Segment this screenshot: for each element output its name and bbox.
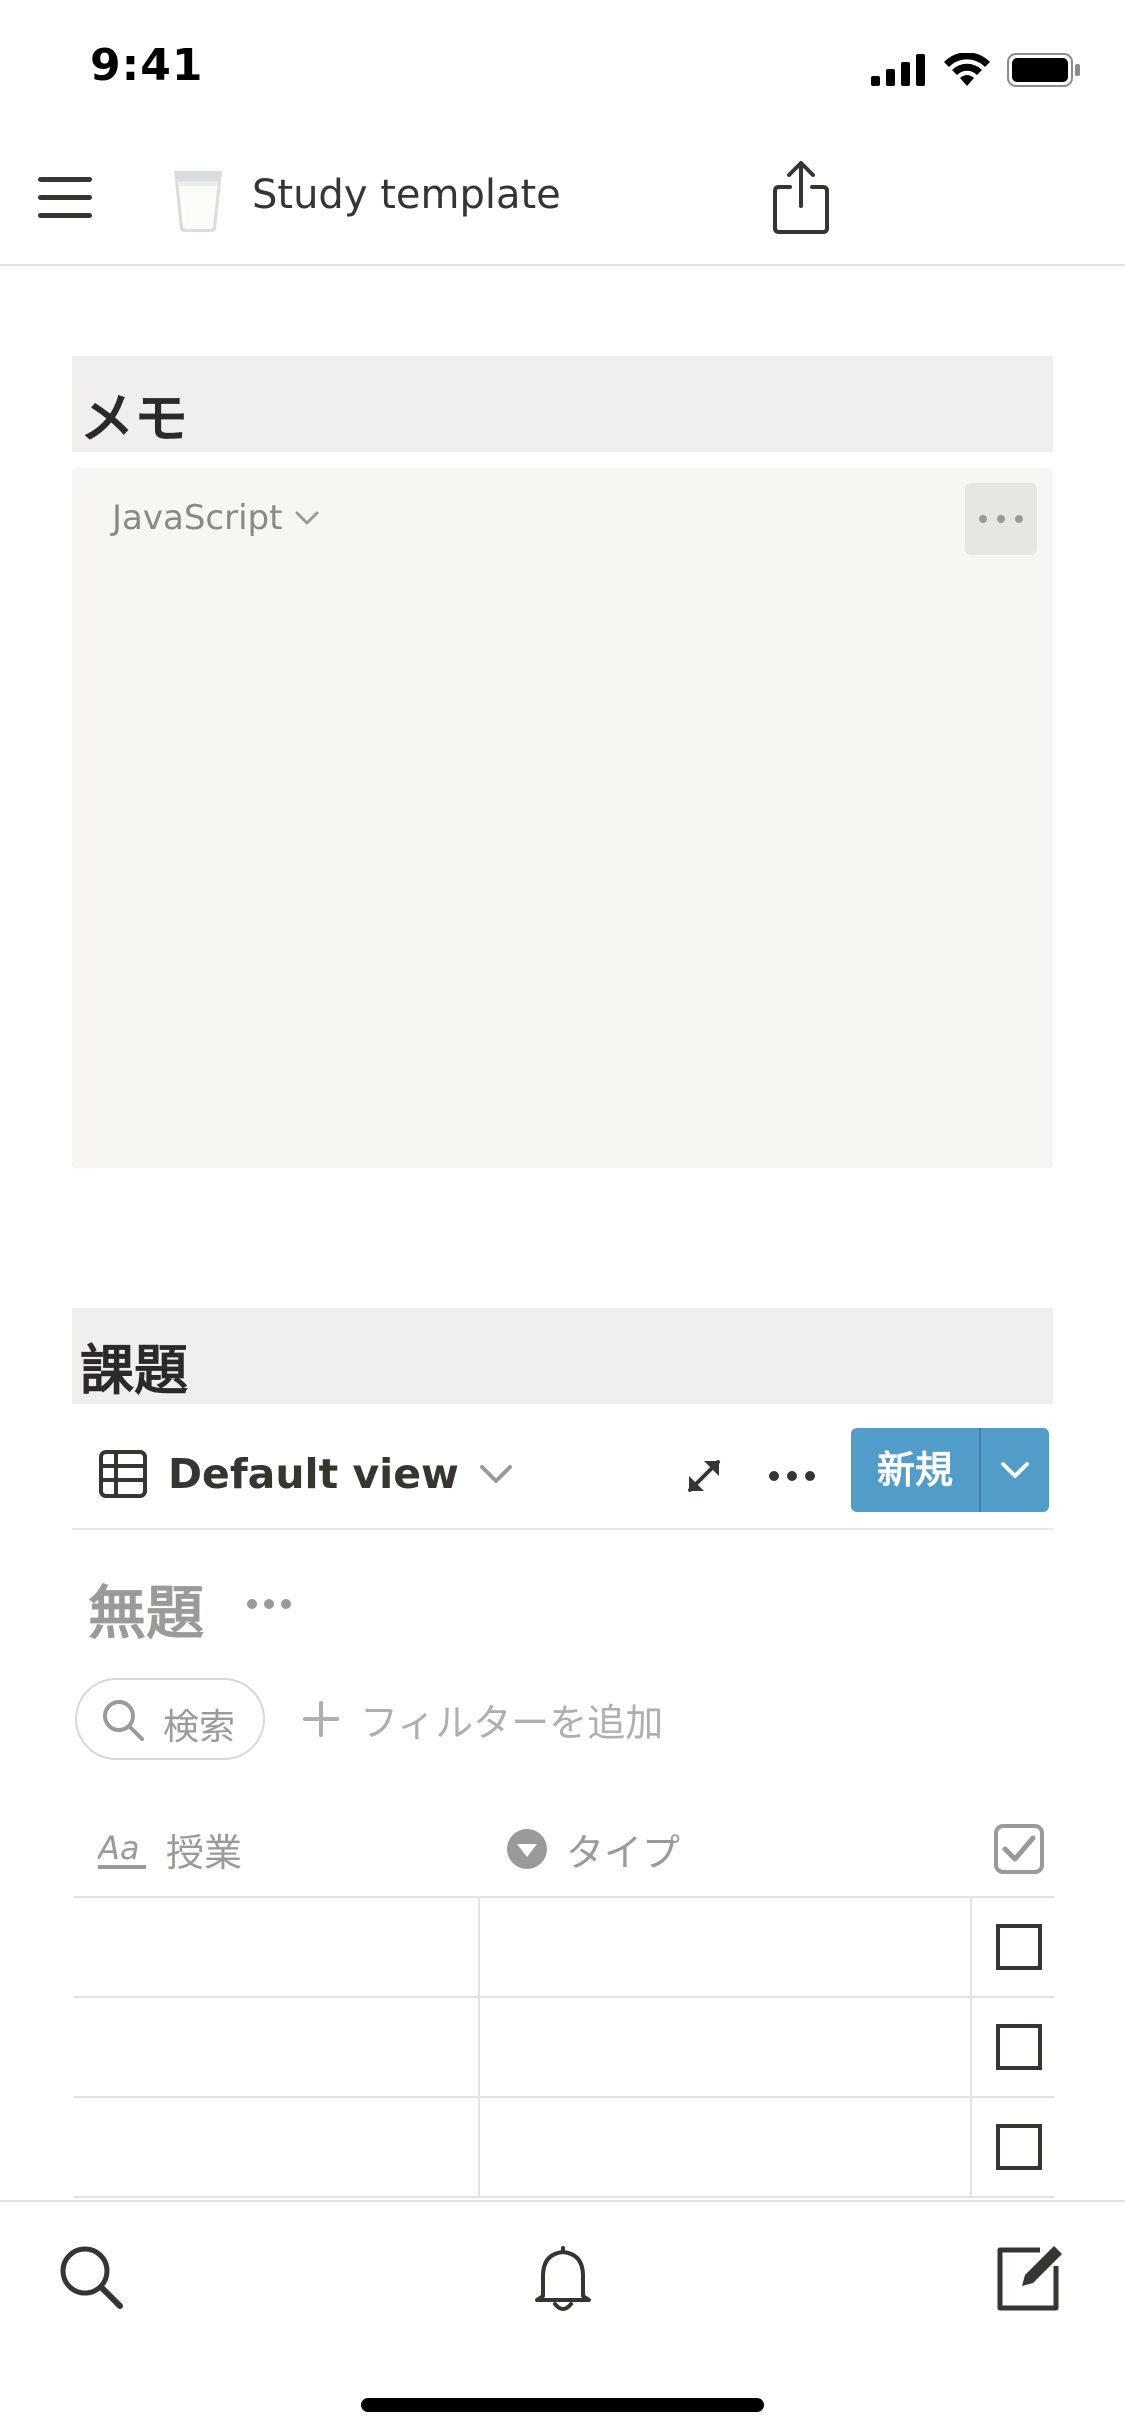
checkbox-property-icon: [994, 1824, 1044, 1874]
share-icon: [773, 161, 829, 234]
search-label: 検索: [163, 1707, 236, 1748]
search-icon[interactable]: [56, 2242, 128, 2314]
add-filter-button[interactable]: フィルターを追加: [302, 1694, 664, 1745]
table-row[interactable]: [74, 1998, 1054, 2098]
database-toolbar: Default view 新規: [72, 1404, 1053, 1530]
search-icon: [103, 1700, 144, 1741]
column-divider: [970, 1898, 972, 1996]
column-divider: [478, 1898, 480, 1996]
table-row[interactable]: [74, 1898, 1054, 1998]
plus-icon: [303, 1701, 339, 1737]
share-button[interactable]: [770, 160, 832, 236]
chevron-down-icon: [1001, 1462, 1029, 1478]
add-filter-label: フィルターを追加: [360, 1700, 664, 1745]
done-checkbox[interactable]: [996, 2124, 1042, 2170]
database-search-button[interactable]: 検索: [75, 1678, 265, 1760]
battery-icon: [1007, 53, 1080, 87]
status-icons: [871, 50, 1081, 90]
done-checkbox[interactable]: [996, 1924, 1042, 1970]
column-divider: [478, 2098, 480, 2196]
bell-icon[interactable]: [527, 2242, 599, 2314]
column-divider: [970, 1998, 972, 2096]
database-more-button[interactable]: [762, 1456, 822, 1496]
status-time: 9:41: [90, 40, 204, 91]
new-record-button[interactable]: 新規: [851, 1428, 1049, 1512]
new-template-dropdown[interactable]: [981, 1428, 1049, 1512]
hamburger-menu-icon: [38, 177, 92, 218]
new-record-label: 新規: [876, 1448, 953, 1492]
task-heading-text: 課題: [80, 1339, 188, 1402]
ellipsis-icon: [979, 515, 1023, 523]
menu-button[interactable]: [36, 172, 94, 224]
column-header-label: 授業: [166, 1830, 243, 1875]
code-language-label: JavaScript: [112, 498, 283, 538]
expand-arrows-icon: [688, 1460, 720, 1492]
page-title[interactable]: Study template: [252, 172, 561, 218]
open-full-page-button[interactable]: [680, 1452, 728, 1500]
column-divider: [970, 2098, 972, 2196]
cellular-signal-icon: [871, 54, 925, 86]
chevron-down-icon: [479, 1465, 512, 1483]
top-navigation-bar: Study template: [0, 132, 1125, 266]
done-checkbox[interactable]: [996, 2024, 1042, 2070]
code-block[interactable]: JavaScript: [72, 468, 1053, 1168]
memo-heading[interactable]: メモ: [72, 356, 1053, 452]
select-property-icon: [507, 1829, 547, 1869]
column-divider: [478, 1998, 480, 2096]
column-header-type[interactable]: タイプ: [506, 1824, 681, 1875]
glass-of-milk-emoji[interactable]: [168, 167, 228, 233]
table-view-icon: [99, 1450, 147, 1498]
notion-page-screen: 9:41 Study template メモ JavaScript 課題 Def…: [0, 0, 1125, 2436]
task-table: Aa 授業 タイプ: [74, 1800, 1054, 2198]
home-indicator: [361, 2398, 764, 2412]
database-title[interactable]: 無題: [88, 1566, 204, 1650]
wifi-icon: [944, 53, 990, 86]
column-header-checkbox[interactable]: [994, 1824, 1044, 1874]
code-language-select[interactable]: JavaScript: [112, 498, 320, 538]
ellipsis-icon: [769, 1471, 815, 1481]
status-bar: 9:41: [0, 0, 1125, 132]
bottom-tab-bar: [0, 2200, 1125, 2436]
table-header: Aa 授業 タイプ: [74, 1800, 1054, 1898]
task-heading[interactable]: 課題: [72, 1308, 1053, 1404]
table-row[interactable]: [74, 2098, 1054, 2198]
view-selector[interactable]: Default view: [98, 1444, 513, 1504]
column-header-lesson[interactable]: Aa 授業: [98, 1824, 243, 1875]
text-property-icon: Aa: [98, 1829, 146, 1869]
code-block-more-button[interactable]: [965, 483, 1037, 555]
svg-text:Aa: Aa: [98, 1829, 140, 1867]
ellipsis-icon[interactable]: [246, 1590, 292, 1618]
column-header-label: タイプ: [566, 1830, 681, 1875]
compose-icon[interactable]: [992, 2242, 1064, 2314]
view-label: Default view: [168, 1450, 459, 1498]
chevron-down-icon: [295, 511, 319, 525]
memo-heading-text: メモ: [80, 387, 188, 450]
